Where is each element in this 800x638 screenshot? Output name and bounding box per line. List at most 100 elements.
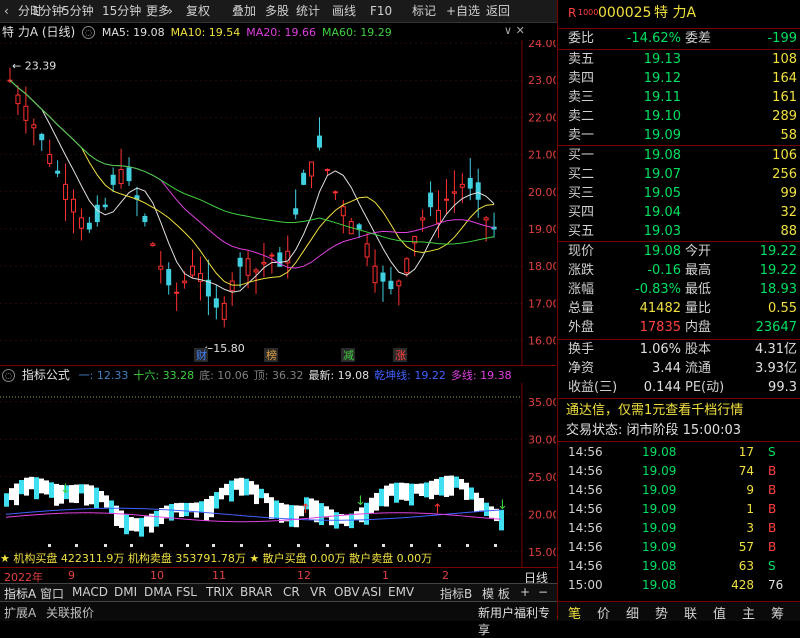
detail-tab[interactable]: 笔 <box>568 603 581 622</box>
market-tag-sub: 1000 <box>578 8 599 17</box>
order-book-row[interactable]: 卖一 19.09 58 <box>558 127 800 145</box>
indicator-band <box>389 483 394 496</box>
settings-icon[interactable]: ◌ <box>2 369 15 382</box>
signal-dot <box>48 544 51 547</box>
indicator-tab[interactable]: ASI <box>362 585 381 599</box>
order-book-row[interactable]: 买四 19.04 32 <box>558 204 800 222</box>
indicator-tabs: 指标A 窗口 MACD DMI DMA FSL TRIX BRAR CR VR OBV ASI EMV 指… <box>0 583 557 601</box>
indicator-band <box>394 482 399 503</box>
indicator-tab[interactable]: CR <box>283 585 300 599</box>
indicator-chart[interactable]: 35.00 30.00 25.00 20.00 15.00 ↑ ↓ ↑ ↓ ↓ <box>0 383 556 568</box>
promo-link[interactable]: 新用户福利专享 <box>478 604 557 638</box>
indicator-footer: ★ 机构买盘 422311.9万 机构卖盘 353791.78万 ★ 散户买盘 … <box>0 552 433 565</box>
indicator-band <box>379 488 384 507</box>
indicator-tab[interactable]: MACD <box>72 585 108 599</box>
indicator-band <box>464 482 469 500</box>
tab-1min[interactable]: 1分钟 <box>32 3 64 19</box>
candle-body <box>332 191 338 194</box>
indicator-band <box>249 481 254 495</box>
f10-button[interactable]: F10 <box>370 3 392 19</box>
detail-tabs: 笔价细势联值主筹 <box>558 601 800 622</box>
more-button[interactable]: 更多 <box>146 3 170 19</box>
quote-stat-row: 外盘 17835 内盘 23647 <box>568 320 797 335</box>
indicator-tab[interactable]: DMI <box>114 585 137 599</box>
indicator-band <box>429 480 434 500</box>
indicator-tab[interactable]: 指标A <box>4 585 36 602</box>
close-icon[interactable]: ✕ <box>516 24 525 37</box>
detail-tab[interactable]: 主 <box>742 603 755 622</box>
order-book-row[interactable]: 卖四 19.12 164 <box>558 70 800 88</box>
tick-row: 15:00 19.08 428 76 <box>568 578 784 592</box>
tab-15min[interactable]: 15分钟 <box>102 3 141 19</box>
back-button[interactable]: 返回 <box>486 3 510 19</box>
dropdown-icon[interactable]: › <box>168 3 173 19</box>
indicator-tab[interactable]: − <box>538 585 548 599</box>
restore-rights-button[interactable]: 复权 <box>186 3 210 19</box>
indicator-tab[interactable]: 指标B <box>440 585 472 602</box>
candlestick-chart[interactable]: 24.00 23.00 22.00 21.00 20.00 19.00 18.00 17.00… <box>0 40 556 365</box>
event-label[interactable]: 涨 <box>395 349 406 362</box>
indicator-band <box>219 487 224 500</box>
indicator-tab[interactable]: + <box>520 585 530 599</box>
signal-dot <box>104 544 107 547</box>
order-book-row[interactable]: 卖五 19.13 108 <box>558 51 800 69</box>
indicator-tab[interactable]: VR <box>310 585 327 599</box>
event-label[interactable]: 减 <box>343 349 354 362</box>
add-watchlist-button[interactable]: +自选 <box>446 3 480 19</box>
candle-body <box>404 258 410 274</box>
detail-tab[interactable]: 细 <box>626 603 639 622</box>
indicator-tab[interactable]: 窗口 <box>40 585 64 602</box>
order-book-row[interactable]: 卖二 19.10 289 <box>558 108 800 126</box>
detail-tab[interactable]: 价 <box>597 603 610 622</box>
order-book-row[interactable]: 买三 19.05 99 <box>558 185 800 203</box>
indicator-tab[interactable]: FSL <box>176 585 197 599</box>
mark-button[interactable]: 标记 <box>412 3 436 19</box>
chart-nav-icons[interactable]: ∨ ✕ <box>504 24 525 37</box>
tab-related-quote[interactable]: 关联报价 <box>46 604 94 621</box>
order-book-row[interactable]: 买五 19.03 88 <box>558 223 800 241</box>
indicator-band <box>324 506 329 518</box>
indicator-band <box>449 475 454 496</box>
tab-5min[interactable]: 5分钟 <box>62 3 94 19</box>
indicator-band <box>454 476 459 488</box>
candle-body <box>47 154 53 164</box>
detail-tab[interactable]: 势 <box>655 603 668 622</box>
event-label[interactable]: 榜 <box>266 348 277 362</box>
detail-tab[interactable]: 值 <box>713 603 726 622</box>
indicator-band <box>419 483 424 496</box>
indicator-tab[interactable]: TRIX <box>206 585 233 599</box>
candle-body <box>388 280 394 290</box>
indicator-tab[interactable]: EMV <box>388 585 414 599</box>
chevron-down-icon[interactable]: ∨ <box>504 24 512 37</box>
detail-tab[interactable]: 联 <box>684 603 697 622</box>
indicator-tab[interactable]: 模 板 <box>482 585 510 602</box>
draw-line-button[interactable]: 画线 <box>332 3 356 19</box>
indicator-tab[interactable]: OBV <box>334 585 360 599</box>
candle-body <box>190 265 196 276</box>
candle-body <box>110 174 116 185</box>
order-book-row[interactable]: 卖三 19.11 161 <box>558 89 800 107</box>
detail-tab[interactable]: 筹 <box>771 603 784 622</box>
settings-icon[interactable]: ◌ <box>82 26 96 39</box>
indicator-band <box>29 476 34 490</box>
order-book-row[interactable]: 买二 19.07 256 <box>558 166 800 184</box>
candle-body <box>443 198 449 201</box>
candle-body <box>94 204 100 223</box>
overlay-button[interactable]: 叠加 <box>232 3 256 19</box>
indicator-band <box>414 483 419 494</box>
promo-banner[interactable]: 通达信，仅需1元查看千档行情 <box>558 401 800 421</box>
chevron-left-icon[interactable]: ‹ <box>4 3 9 19</box>
stats-button[interactable]: 统计 <box>296 3 320 19</box>
indicator-tab[interactable]: BRAR <box>240 585 273 599</box>
event-label[interactable]: 财 <box>196 348 207 362</box>
order-book-row[interactable]: 买一 19.08 106 <box>558 147 800 165</box>
candle-body <box>63 183 69 200</box>
candle-body <box>372 265 378 284</box>
indicator-tab[interactable]: DMA <box>144 585 172 599</box>
multi-stock-button[interactable]: 多股 <box>265 3 289 19</box>
candle-body <box>316 135 322 148</box>
indicator-band <box>244 478 249 496</box>
tab-expand[interactable]: 扩展A <box>4 604 36 621</box>
ma-label: MA60: 19.29 <box>322 26 392 39</box>
indicator-band <box>124 514 129 535</box>
